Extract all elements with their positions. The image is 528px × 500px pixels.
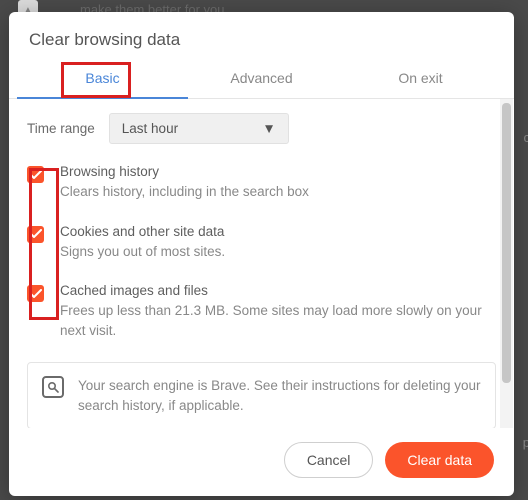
option-browsing-history: Browsing history Clears history, includi… — [27, 164, 496, 202]
clear-browsing-data-dialog: Clear browsing data Basic Advanced On ex… — [9, 12, 514, 496]
time-range-label: Time range — [27, 121, 95, 136]
tab-advanced-label: Advanced — [230, 70, 292, 86]
dialog-title: Clear browsing data — [9, 12, 514, 60]
tab-onexit[interactable]: On exit — [341, 60, 500, 98]
tab-onexit-label: On exit — [398, 70, 442, 86]
option-title: Cached images and files — [60, 283, 496, 298]
bg-cut-letter-p: p — [523, 435, 528, 450]
option-cookies: Cookies and other site data Signs you ou… — [27, 224, 496, 262]
content-area: Time range Last hour ▼ Browsing history … — [9, 99, 514, 428]
option-desc: Signs you out of most sites. — [60, 242, 496, 262]
tab-basic[interactable]: Basic — [23, 60, 182, 98]
info-text: Your search engine is Brave. See their i… — [78, 376, 481, 415]
option-title: Browsing history — [60, 164, 496, 179]
scrollbar[interactable] — [500, 99, 513, 428]
chevron-down-icon: ▼ — [262, 121, 275, 136]
checkbox-browsing-history[interactable] — [27, 166, 44, 183]
option-text: Browsing history Clears history, includi… — [60, 164, 496, 202]
option-text: Cookies and other site data Signs you ou… — [60, 224, 496, 262]
option-desc: Clears history, including in the search … — [60, 182, 496, 202]
option-text: Cached images and files Frees up less th… — [60, 283, 496, 340]
search-icon — [42, 376, 64, 398]
option-cache: Cached images and files Frees up less th… — [27, 283, 496, 340]
time-range-select[interactable]: Last hour ▼ — [109, 113, 289, 144]
time-range-row: Time range Last hour ▼ — [27, 113, 496, 144]
check-icon — [30, 229, 42, 239]
option-title: Cookies and other site data — [60, 224, 496, 239]
bg-cut-letter-c: c — [524, 130, 528, 145]
content-wrap: Time range Last hour ▼ Browsing history … — [9, 99, 514, 428]
time-range-value: Last hour — [122, 121, 178, 136]
check-icon — [30, 289, 42, 299]
tabs-row: Basic Advanced On exit — [9, 60, 514, 99]
check-icon — [30, 170, 42, 180]
option-desc: Frees up less than 21.3 MB. Some sites m… — [60, 301, 496, 340]
cancel-button[interactable]: Cancel — [284, 442, 374, 478]
search-engine-info: Your search engine is Brave. See their i… — [27, 362, 496, 428]
tab-advanced[interactable]: Advanced — [182, 60, 341, 98]
checkbox-cookies[interactable] — [27, 226, 44, 243]
scrollbar-thumb[interactable] — [502, 103, 511, 383]
clear-data-button[interactable]: Clear data — [385, 442, 494, 478]
checkbox-cache[interactable] — [27, 285, 44, 302]
dialog-footer: Cancel Clear data — [9, 428, 514, 496]
tab-basic-label: Basic — [85, 70, 119, 86]
